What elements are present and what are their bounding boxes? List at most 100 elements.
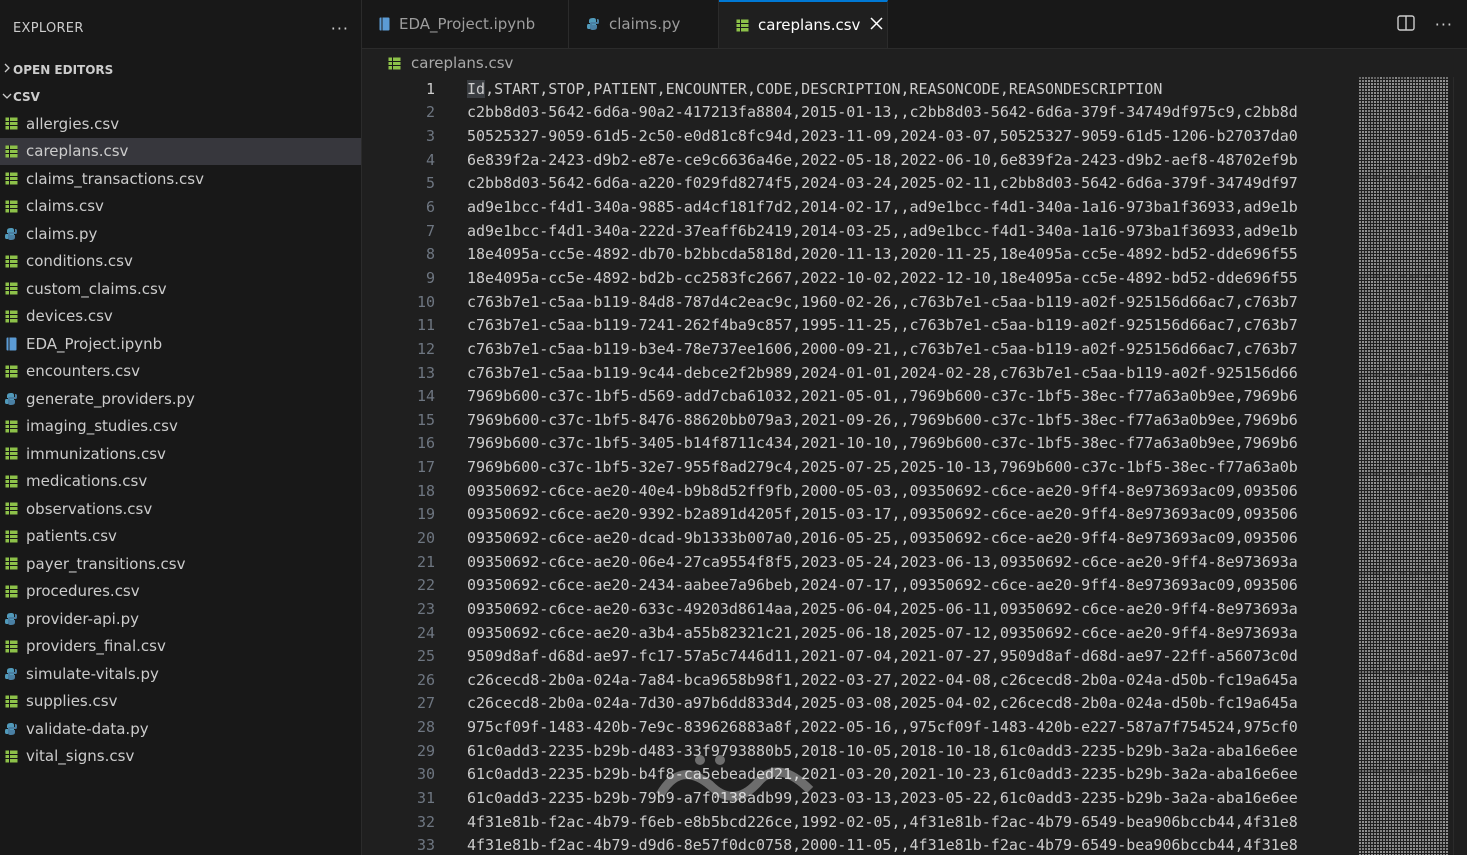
file-item[interactable]: supplies.csv — [0, 688, 361, 716]
line-number: 27 — [416, 694, 435, 713]
file-item[interactable]: validate-data.py — [0, 715, 361, 743]
code-line[interactable]: 2 c2bb8d03-5642-6d6a-90a2-417213fa8804,20… — [362, 101, 1362, 125]
tab-careplans-csv[interactable]: careplans.csv — [719, 0, 888, 48]
code-line[interactable]: 8 18e4095a-cc5e-4892-db70-b2bbcda5818d,20… — [362, 242, 1362, 266]
minimap-cell — [1359, 509, 1361, 511]
file-item[interactable]: imaging_studies.csv — [0, 413, 361, 441]
file-item[interactable]: conditions.csv — [0, 248, 361, 276]
minimap-cell — [1410, 410, 1412, 412]
split-editor-icon[interactable] — [1397, 14, 1415, 35]
minimap-cell — [1419, 416, 1421, 418]
code-line[interactable]: 13 c763b7e1-c5aa-b119-9c44-debce2f2b989,2… — [362, 361, 1362, 385]
code-line[interactable]: 15 7969b600-c37c-1bf5-8476-88620bb079a3,2… — [362, 408, 1362, 432]
code-line[interactable]: 24 09350692-c6ce-ae20-a3b4-a55b82321c21,2… — [362, 621, 1362, 645]
file-item[interactable]: claims_transactions.csv — [0, 165, 361, 193]
minimap-cell — [1380, 251, 1382, 253]
code-line[interactable]: 16 7969b600-c37c-1bf5-3405-b14f8711c434,2… — [362, 432, 1362, 456]
code-line[interactable]: 25 9509d8af-d68d-ae97-fc17-57a5c7446d11,2… — [362, 644, 1362, 668]
minimap-cell — [1419, 422, 1421, 424]
code-line[interactable]: 20 09350692-c6ce-ae20-dcad-9b1333b007a0,2… — [362, 526, 1362, 550]
code-line[interactable]: 6 ad9e1bcc-f4d1-340a-9885-ad4cf181f7d2,20… — [362, 195, 1362, 219]
file-item[interactable]: medications.csv — [0, 468, 361, 496]
code-editor[interactable]: 1 Id,START,STOP,PATIENT,ENCOUNTER,CODE,DE… — [362, 77, 1362, 855]
code-line[interactable]: 12 c763b7e1-c5aa-b119-b3e4-78e737ee1606,2… — [362, 337, 1362, 361]
code-line[interactable]: 5 c2bb8d03-5642-6d6a-a220-f029fd8274f5,20… — [362, 172, 1362, 196]
file-item[interactable]: simulate-vitals.py — [0, 660, 361, 688]
code-line[interactable]: 23 09350692-c6ce-ae20-633c-49203d8614aa,2… — [362, 597, 1362, 621]
minimap-cell — [1383, 77, 1385, 79]
file-item[interactable]: EDA_Project.ipynb — [0, 330, 361, 358]
minimap-cell — [1371, 242, 1373, 244]
code-line[interactable]: 22 09350692-c6ce-ae20-2434-aabee7a96beb,2… — [362, 573, 1362, 597]
minimap-cell — [1446, 401, 1448, 403]
file-item[interactable]: encounters.csv — [0, 358, 361, 386]
code-line[interactable]: 28 975cf09f-1483-420b-7e9c-839626883a8f,2… — [362, 715, 1362, 739]
file-item[interactable]: claims.py — [0, 220, 361, 248]
minimap-cell — [1401, 107, 1403, 109]
file-item[interactable]: devices.csv — [0, 303, 361, 331]
minimap-cell — [1404, 365, 1406, 367]
file-item[interactable]: payer_transitions.csv — [0, 550, 361, 578]
file-item[interactable]: patients.csv — [0, 523, 361, 551]
minimap-cell — [1422, 179, 1424, 181]
folder-csv-section[interactable]: CSV — [0, 83, 361, 110]
minimap-cell — [1368, 173, 1370, 175]
file-item[interactable]: procedures.csv — [0, 578, 361, 606]
code-line[interactable]: 4 6e839f2a-2423-d9b2-e87e-ce9c6636a46e,20… — [362, 148, 1362, 172]
editor-more-icon[interactable]: ··· — [1435, 15, 1453, 34]
minimap-cell — [1410, 449, 1412, 451]
code-line[interactable]: 14 7969b600-c37c-1bf5-d569-add7cba61032,2… — [362, 384, 1362, 408]
minimap-cell — [1374, 245, 1376, 247]
code-line[interactable]: 27 c26cecd8-2b0a-024a-7d30-a97b6dd833d4,2… — [362, 692, 1362, 716]
minimap-cell — [1446, 248, 1448, 250]
minimap-cell — [1422, 407, 1424, 409]
minimap[interactable] — [1359, 77, 1453, 855]
open-editors-section[interactable]: OPEN EDITORS — [0, 56, 361, 83]
tab-eda-project-ipynb[interactable]: EDA_Project.ipynb — [362, 0, 569, 48]
code-line[interactable]: 18 09350692-c6ce-ae20-40e4-b9b8d52ff9fb,2… — [362, 479, 1362, 503]
minimap-cell — [1365, 185, 1367, 187]
code-line[interactable]: 1 Id,START,STOP,PATIENT,ENCOUNTER,CODE,DE… — [362, 77, 1362, 101]
file-item[interactable]: careplans.csv — [0, 137, 361, 165]
minimap-cell — [1407, 467, 1409, 469]
minimap-cell — [1425, 125, 1427, 127]
code-line[interactable]: 21 09350692-c6ce-ae20-06e4-27ca9554f8f5,2… — [362, 550, 1362, 574]
minimap-cell — [1395, 146, 1397, 148]
code-line[interactable]: 32 4f31e81b-f2ac-4b79-f6eb-e8b5bcd226ce,1… — [362, 810, 1362, 834]
minimap-cell — [1446, 446, 1448, 448]
minimap-cell — [1428, 302, 1430, 304]
minimap-cell — [1407, 320, 1409, 322]
file-item[interactable]: allergies.csv — [0, 110, 361, 138]
file-item[interactable]: vital_signs.csv — [0, 743, 361, 771]
code-line[interactable]: 31 61c0add3-2235-b29b-79b9-a7f0138adb99,2… — [362, 786, 1362, 810]
tab-claims-py[interactable]: claims.py — [569, 0, 719, 48]
code-line[interactable]: 30 61c0add3-2235-b29b-b4f8-ca5ebeaded21,2… — [362, 763, 1362, 787]
code-line[interactable]: 29 61c0add3-2235-b29b-d483-33f9793880b5,2… — [362, 739, 1362, 763]
close-icon[interactable] — [870, 15, 883, 35]
minimap-cell — [1398, 353, 1400, 355]
code-line[interactable]: 10 c763b7e1-c5aa-b119-84d8-787d4c2eac9c,1… — [362, 290, 1362, 314]
file-item[interactable]: generate_providers.py — [0, 385, 361, 413]
file-item[interactable]: provider-api.py — [0, 605, 361, 633]
minimap-cell — [1377, 239, 1379, 241]
code-line[interactable]: 26 c26cecd8-2b0a-024a-7a84-bca9658b98f1,2… — [362, 668, 1362, 692]
code-line[interactable]: 19 09350692-c6ce-ae20-9392-b2a891d4205f,2… — [362, 503, 1362, 527]
file-item[interactable]: providers_final.csv — [0, 633, 361, 661]
minimap-cell — [1428, 299, 1430, 301]
minimap-cell — [1383, 173, 1385, 175]
code-line[interactable]: 7 ad9e1bcc-f4d1-340a-222d-37eaff6b2419,20… — [362, 219, 1362, 243]
file-item[interactable]: claims.csv — [0, 193, 361, 221]
minimap-cell — [1371, 161, 1373, 163]
minimap-cell — [1377, 185, 1379, 187]
file-item[interactable]: observations.csv — [0, 495, 361, 523]
code-line[interactable]: 11 c763b7e1-c5aa-b119-7241-262f4ba9c857,1… — [362, 313, 1362, 337]
code-line[interactable]: 3 50525327-9059-61d5-2c50-e0d81c8fc94d,20… — [362, 124, 1362, 148]
code-line[interactable]: 33 4f31e81b-f2ac-4b79-d9d6-8e57f0dc0758,2… — [362, 834, 1362, 855]
breadcrumb[interactable]: careplans.csv — [362, 49, 1467, 77]
file-item[interactable]: immunizations.csv — [0, 440, 361, 468]
code-line[interactable]: 17 7969b600-c37c-1bf5-32e7-955f8ad279c4,2… — [362, 455, 1362, 479]
code-line[interactable]: 9 18e4095a-cc5e-4892-bd2b-cc2583fc2667,20… — [362, 266, 1362, 290]
more-actions-icon[interactable]: ··· — [331, 19, 349, 38]
file-item[interactable]: custom_claims.csv — [0, 275, 361, 303]
minimap-cell — [1443, 458, 1445, 460]
